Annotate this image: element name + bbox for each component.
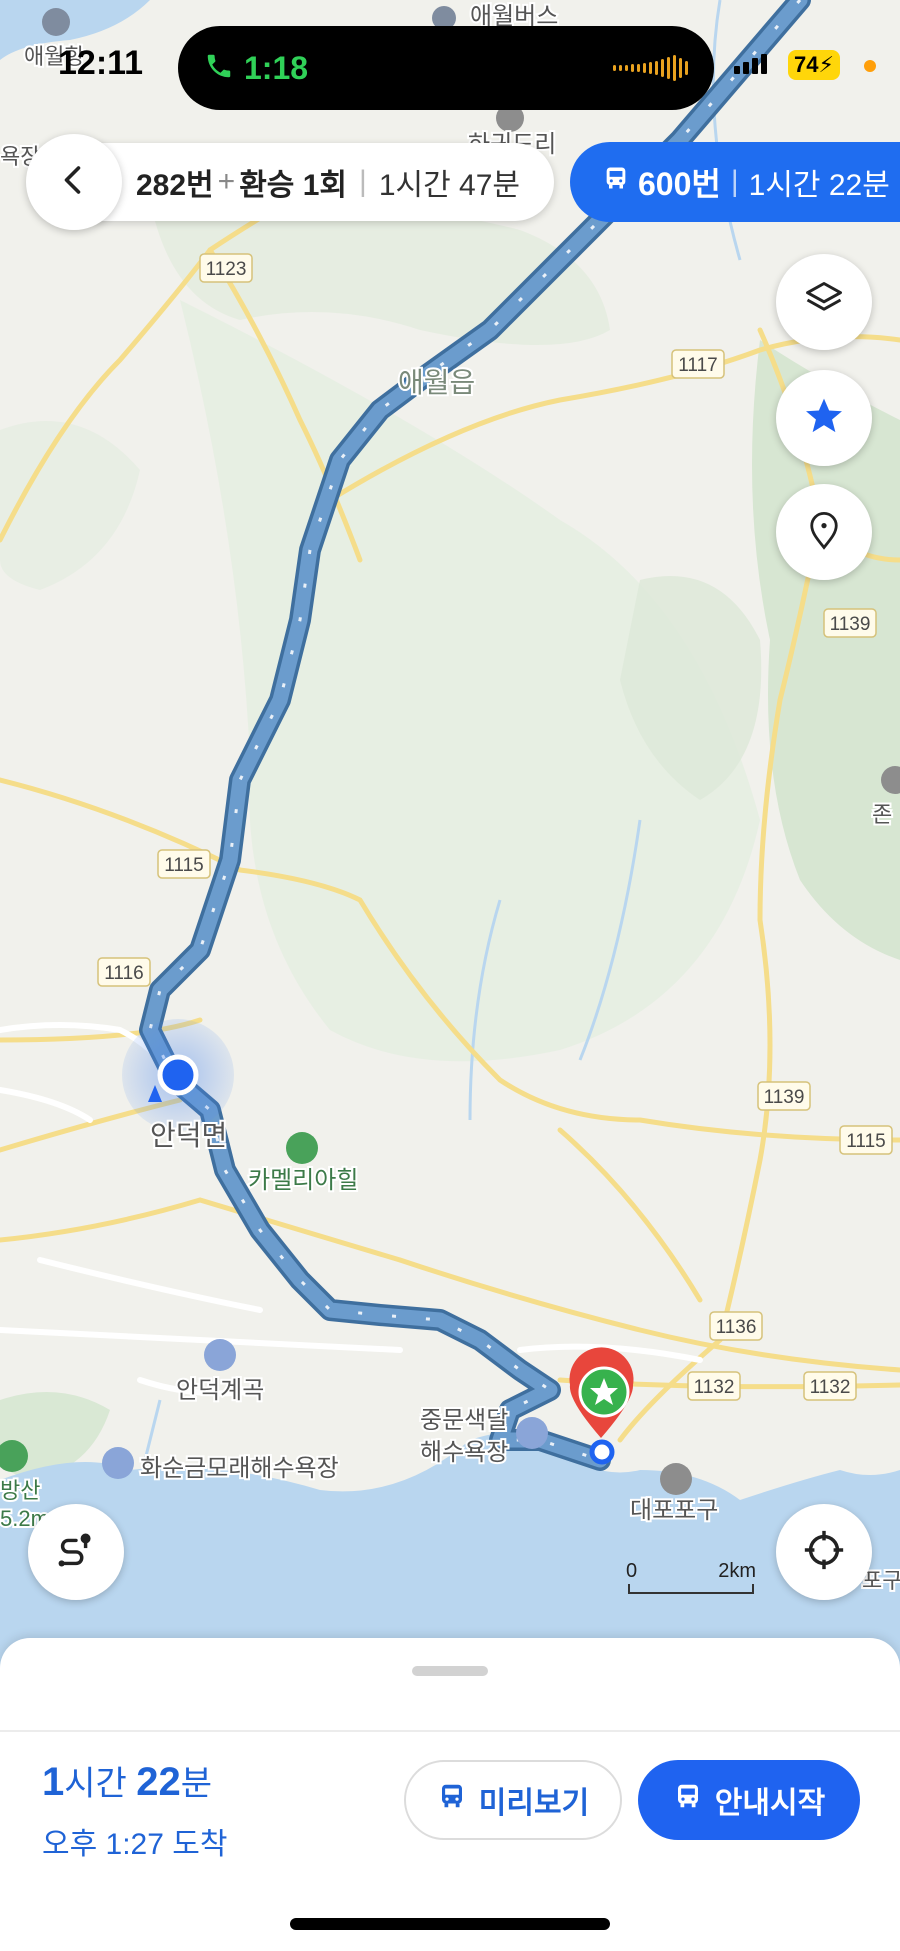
duration-minutes: 22 bbox=[136, 1760, 181, 1804]
map-pin-icon bbox=[803, 509, 845, 556]
map-label-jungmun-beach-1: 중문색달 bbox=[420, 1407, 508, 1434]
svg-text:1132: 1132 bbox=[810, 1377, 851, 1398]
svg-text:1116: 1116 bbox=[104, 963, 143, 984]
route-option-alternative[interactable]: 600번 | 1시간 22분 bbox=[570, 142, 900, 222]
road-badge-1115-left: 1115 bbox=[157, 849, 211, 879]
route-plus: + bbox=[217, 165, 236, 198]
chevron-left-icon bbox=[56, 162, 92, 203]
map-label-andeok: 안덕면 bbox=[150, 1120, 227, 1151]
sheet-divider bbox=[0, 1730, 900, 1732]
svg-text:1132: 1132 bbox=[694, 1377, 735, 1398]
bus-icon bbox=[437, 1781, 467, 1819]
map-label-andeok-valley: 안덕계곡 bbox=[176, 1377, 264, 1404]
duration-hours: 1 bbox=[42, 1760, 65, 1804]
svg-text:1117: 1117 bbox=[678, 355, 717, 376]
map-view[interactable]: 1123 1117 1139 1115 1116 1139 1115 1136 … bbox=[0, 0, 900, 1700]
star-icon bbox=[802, 394, 846, 443]
layers-icon bbox=[802, 278, 846, 327]
alt-route-separator: | bbox=[730, 165, 739, 198]
road-badge-1139-mid: 1139 bbox=[757, 1081, 811, 1111]
cellular-signal-icon bbox=[734, 54, 767, 74]
crosshair-icon bbox=[801, 1527, 847, 1578]
audio-wave-icon bbox=[613, 55, 688, 81]
valley-icon bbox=[204, 1339, 236, 1371]
road-badge-1132-left: 1132 bbox=[687, 1371, 741, 1401]
map-label-aewol-eup: 애월읍 bbox=[398, 367, 475, 398]
total-duration: 1시간 22분 bbox=[42, 1756, 227, 1805]
map-label-camellia-hill: 카멜리아힐 bbox=[248, 1167, 358, 1194]
bus-icon bbox=[673, 1781, 703, 1819]
sheet-drag-handle[interactable] bbox=[412, 1666, 488, 1676]
favorites-button[interactable] bbox=[776, 370, 872, 466]
map-label-mountain: 방산 bbox=[0, 1478, 40, 1503]
svg-text:1123: 1123 bbox=[206, 259, 247, 280]
route-duration: 1시간 47분 bbox=[378, 169, 521, 202]
duration-minutes-unit: 분 bbox=[180, 1765, 213, 1803]
road-badge-1123: 1123 bbox=[199, 253, 253, 283]
svg-text:1139: 1139 bbox=[830, 614, 871, 635]
road-badge-1115-right: 1115 bbox=[839, 1125, 893, 1155]
home-indicator[interactable] bbox=[290, 1918, 610, 1930]
route-overview-button[interactable] bbox=[28, 1504, 124, 1600]
call-duration: 1:18 bbox=[244, 49, 309, 86]
alt-route-duration: 1시간 22분 bbox=[748, 169, 890, 202]
arrival-time: 오후 1:27 도착 bbox=[42, 1828, 228, 1861]
phone-icon bbox=[204, 51, 234, 86]
svg-text:1136: 1136 bbox=[716, 1317, 757, 1338]
beach-icon-2 bbox=[516, 1417, 548, 1449]
alt-route-bus-number: 600번 bbox=[638, 166, 721, 202]
start-navigation-button[interactable]: 안내시작 bbox=[638, 1760, 860, 1840]
route-transfer: 환승 1회 bbox=[239, 169, 348, 202]
status-bar: 12:11 1:18 74 ⚡ bbox=[0, 0, 900, 110]
map-scale: 0 2km bbox=[626, 1560, 756, 1600]
scale-end-label: 2km bbox=[718, 1560, 756, 1582]
preview-button[interactable]: 미리보기 bbox=[404, 1760, 622, 1840]
dynamic-island-call[interactable]: 1:18 bbox=[178, 26, 714, 110]
harbor-icon bbox=[660, 1463, 692, 1495]
road-badge-1136: 1136 bbox=[709, 1311, 763, 1341]
scale-bar bbox=[628, 1584, 754, 1594]
layers-button[interactable] bbox=[776, 254, 872, 350]
map-label-hwasun-beach: 화순금모래해수욕장 bbox=[140, 1455, 339, 1482]
road-badge-1117: 1117 bbox=[671, 349, 725, 379]
battery-icon: 74 ⚡ bbox=[788, 50, 840, 80]
my-location-button[interactable] bbox=[776, 1504, 872, 1600]
route-selector: 282번 + 환승 1회 | 1시간 47분 bbox=[26, 134, 555, 230]
route-separator: | bbox=[359, 165, 367, 198]
map-label-daepo-port: 대포포구 bbox=[630, 1497, 718, 1524]
road-badge-1116: 1116 bbox=[97, 957, 151, 987]
eta-summary: 1시간 22분 오후 1:27 도착 bbox=[42, 1756, 227, 1863]
battery-level: 74 bbox=[794, 52, 819, 77]
road-badge-1132-right: 1132 bbox=[803, 1371, 857, 1401]
park-icon bbox=[286, 1132, 318, 1164]
svg-text:1115: 1115 bbox=[164, 855, 203, 876]
microphone-indicator bbox=[864, 60, 876, 72]
back-button[interactable] bbox=[26, 134, 122, 230]
preview-label: 미리보기 bbox=[478, 1787, 590, 1820]
road-badge-1139-top: 1139 bbox=[823, 608, 877, 638]
duration-hours-unit: 시간 bbox=[64, 1765, 127, 1803]
beach-icon bbox=[102, 1447, 134, 1479]
bottom-sheet: 1시간 22분 오후 1:27 도착 미리보기 안내시작 bbox=[0, 1638, 900, 1951]
bus-icon bbox=[602, 164, 630, 200]
place-button[interactable] bbox=[776, 484, 872, 580]
route-icon bbox=[53, 1527, 99, 1578]
route-option-primary[interactable]: 282번 + 환승 1회 | 1시간 47분 bbox=[92, 143, 555, 221]
current-location-dot bbox=[157, 1054, 199, 1096]
start-label: 안내시작 bbox=[714, 1787, 826, 1820]
destination-dot bbox=[589, 1439, 615, 1465]
svg-text:1115: 1115 bbox=[846, 1131, 885, 1152]
map-label-jon: 존 bbox=[872, 802, 892, 827]
svg-text:1139: 1139 bbox=[764, 1087, 805, 1108]
map-label-jungmun-beach-2: 해수욕장 bbox=[420, 1439, 508, 1466]
scale-start-label: 0 bbox=[626, 1560, 638, 1582]
route-bus-number: 282번 bbox=[136, 169, 214, 202]
status-time: 12:11 bbox=[58, 44, 144, 82]
